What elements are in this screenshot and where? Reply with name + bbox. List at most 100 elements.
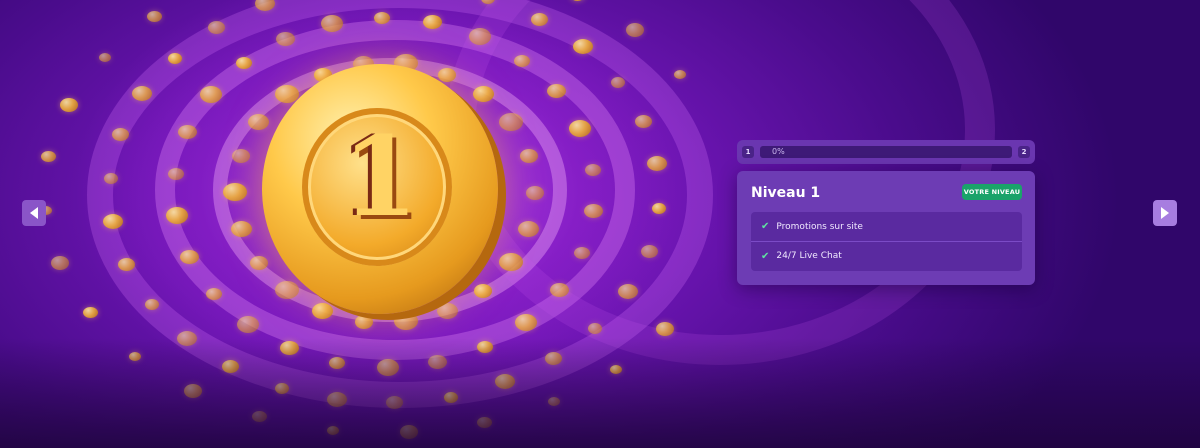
coin-icon (206, 288, 222, 300)
coin-icon (321, 15, 343, 32)
coin-icon (275, 281, 299, 299)
coin-icon (51, 256, 69, 270)
coin-icon (237, 316, 259, 333)
coin-icon (276, 32, 295, 46)
coin-icon (438, 68, 456, 82)
coin-icon (394, 312, 418, 330)
coin-icon (573, 39, 593, 54)
progress-track: 0% (760, 146, 1012, 158)
coin-icon (386, 396, 403, 409)
coin-icon (377, 359, 399, 376)
coin-icon (104, 173, 118, 184)
coin-icon (652, 203, 666, 214)
coin-icon (518, 221, 539, 237)
coin-icon (499, 253, 523, 271)
benefit-item: ✔ 24/7 Live Chat (751, 241, 1022, 270)
next-level-chip: 2 (1018, 146, 1030, 158)
coin-icon (208, 21, 225, 34)
coin-icon (99, 53, 111, 62)
coin-icon (327, 426, 339, 435)
coin-icon (83, 307, 98, 318)
check-icon: ✔ (761, 221, 770, 232)
coin-icon (495, 374, 515, 389)
coin-icon (145, 299, 159, 310)
coin-icon (423, 15, 442, 29)
level-title: Niveau 1 (751, 185, 821, 201)
coin-icon (656, 322, 674, 336)
coin-icon (168, 53, 182, 64)
coin-icon (547, 84, 566, 98)
coin-icon (477, 341, 493, 353)
current-level-chip: 1 (742, 146, 754, 158)
coin-icon (588, 323, 602, 334)
coin-icon (168, 168, 184, 180)
coin-icon (584, 204, 603, 218)
coin-icon (374, 12, 390, 24)
coin-icon (103, 214, 123, 229)
coin-icon (574, 247, 590, 259)
coin-icon (641, 245, 658, 258)
coin-icon (312, 303, 333, 319)
coin-icon (531, 13, 548, 26)
coin-digit: 1 (341, 112, 419, 241)
coin-icon (526, 186, 544, 200)
coin-icon (647, 156, 667, 171)
coin-icon (112, 128, 129, 141)
previous-slide-button[interactable] (22, 200, 46, 226)
coin-icon (184, 384, 202, 398)
coin-icon (618, 284, 638, 299)
coin-icon (232, 149, 250, 163)
coin-icon (548, 397, 560, 406)
coin-icon (60, 98, 78, 112)
next-slide-button[interactable] (1153, 200, 1177, 226)
coin-icon (499, 113, 523, 131)
chevron-right-icon (1161, 207, 1169, 219)
coin-icon (231, 221, 252, 237)
check-icon: ✔ (761, 250, 770, 262)
coin-icon (355, 315, 373, 329)
chevron-left-icon (30, 207, 38, 219)
coin-icon (180, 250, 199, 264)
coin-icon (437, 303, 458, 319)
coin-icon (223, 183, 247, 201)
current-level-badge: VOTRE NIVEAU (962, 184, 1022, 200)
coin-icon (41, 151, 56, 162)
coin-icon (166, 207, 188, 224)
coin-icon (514, 55, 530, 67)
coin-icon (626, 23, 644, 37)
benefit-label: Promotions sur site (776, 221, 863, 232)
coin-icon (585, 164, 601, 176)
coin-icon (327, 392, 347, 407)
coin-icon (132, 86, 152, 101)
coin-icon (635, 115, 652, 128)
coin-icon (280, 341, 299, 355)
coin-icon (147, 11, 162, 22)
coin-icon (545, 352, 562, 365)
coin-icon (520, 149, 538, 163)
coin-icon (236, 57, 252, 69)
coin-icon (275, 383, 289, 394)
coin-icon (118, 258, 135, 271)
coin-icon (515, 314, 537, 331)
coin-icon (569, 120, 591, 137)
coin-icon (674, 70, 686, 79)
coin-icon (474, 284, 492, 298)
coin-icon (428, 355, 447, 369)
coin-icon (469, 28, 491, 45)
coin-icon (129, 352, 141, 361)
coin-icon (610, 365, 622, 374)
coin-icon (473, 86, 494, 102)
coin-icon (444, 392, 458, 403)
coin-icon (400, 425, 418, 439)
coin-icon (329, 357, 345, 369)
coin-icon (178, 125, 197, 139)
coin-icon (177, 331, 197, 346)
coin-icon (550, 283, 569, 297)
level-coin-icon: 1 (262, 64, 498, 314)
coin-icon (200, 86, 222, 103)
progress-percent: 0% (772, 147, 785, 156)
benefits-list: ✔ Promotions sur site ✔ 24/7 Live Chat (751, 212, 1022, 271)
coin-icon (252, 411, 267, 422)
benefit-item: ✔ Promotions sur site (751, 212, 1022, 241)
level-progress: 1 0% 2 (737, 140, 1035, 164)
